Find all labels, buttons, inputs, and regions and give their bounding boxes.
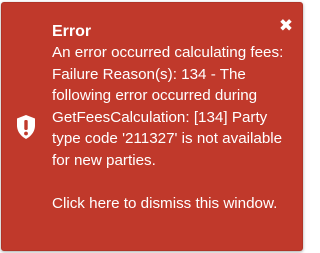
- dismiss-link[interactable]: Click here to dismiss this window.: [52, 193, 297, 215]
- toast-content: Error An error occurred calculating fees…: [52, 21, 297, 215]
- toast-message: An error occurred calculating fees: Fail…: [52, 44, 284, 169]
- exclamation-shield-icon: [15, 114, 37, 140]
- toast-title: Error: [52, 23, 92, 40]
- error-toast[interactable]: ✖ Error An error occurred calculating fe…: [1, 2, 303, 251]
